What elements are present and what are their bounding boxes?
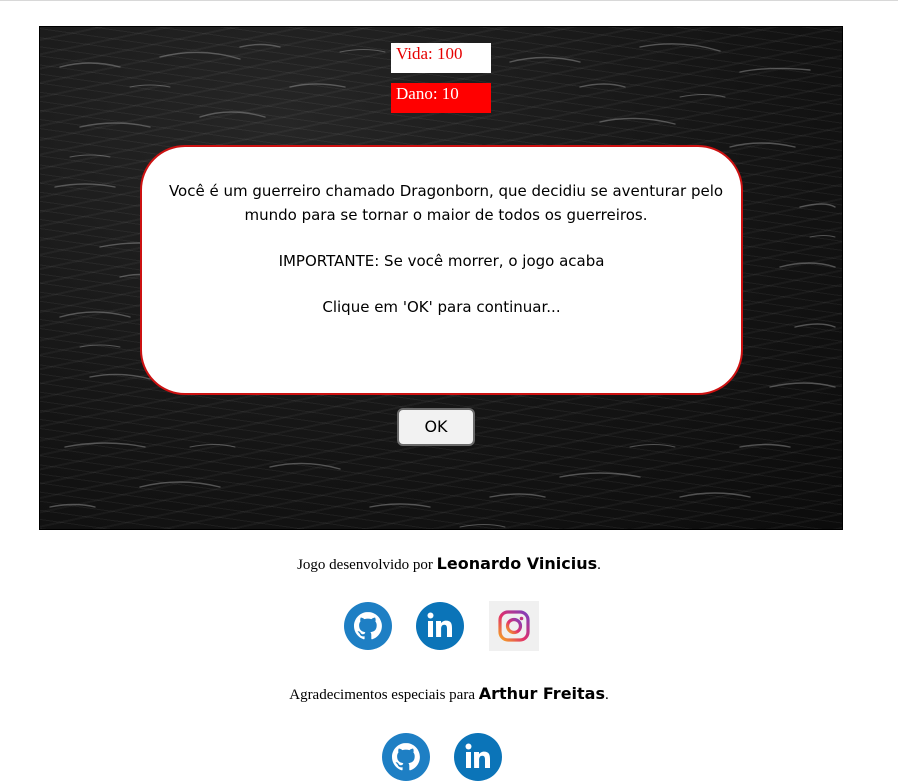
- damage-counter: Dano: 10: [391, 83, 491, 113]
- developer-credit: Jogo desenvolvido por Leonardo Vinicius.: [0, 554, 898, 574]
- dialog-intro-text: Você é um guerreiro chamado Dragonborn, …: [168, 182, 724, 224]
- story-dialog: Você é um guerreiro chamado Dragonborn, …: [140, 145, 743, 395]
- github-icon[interactable]: [381, 732, 431, 782]
- linkedin-icon[interactable]: [415, 601, 465, 651]
- github-icon[interactable]: [343, 601, 393, 651]
- ok-button[interactable]: OK: [397, 408, 475, 446]
- dialog-warning-text: IMPORTANTE: Se você morrer, o jogo acaba: [278, 252, 605, 270]
- thanks-credit: Agradecimentos especiais para Arthur Fre…: [0, 684, 898, 704]
- thanks-credit-prefix: Agradecimentos especiais para: [289, 687, 479, 703]
- dialog-instruction-text: Clique em 'OK' para continuar...: [322, 298, 561, 316]
- linkedin-icon[interactable]: [453, 732, 503, 782]
- developer-credit-suffix: .: [597, 557, 601, 573]
- developer-credit-prefix: Jogo desenvolvido por: [297, 557, 437, 573]
- thanks-credit-suffix: .: [605, 687, 609, 703]
- thanks-name: Arthur Freitas: [478, 684, 605, 703]
- life-counter: Vida: 100: [391, 43, 491, 73]
- instagram-icon[interactable]: [489, 601, 539, 651]
- game-screen: Vida: 100 Dano: 10 Você é um guerreiro c…: [39, 26, 843, 530]
- developer-name: Leonardo Vinicius: [436, 554, 598, 573]
- top-divider: [0, 0, 898, 1]
